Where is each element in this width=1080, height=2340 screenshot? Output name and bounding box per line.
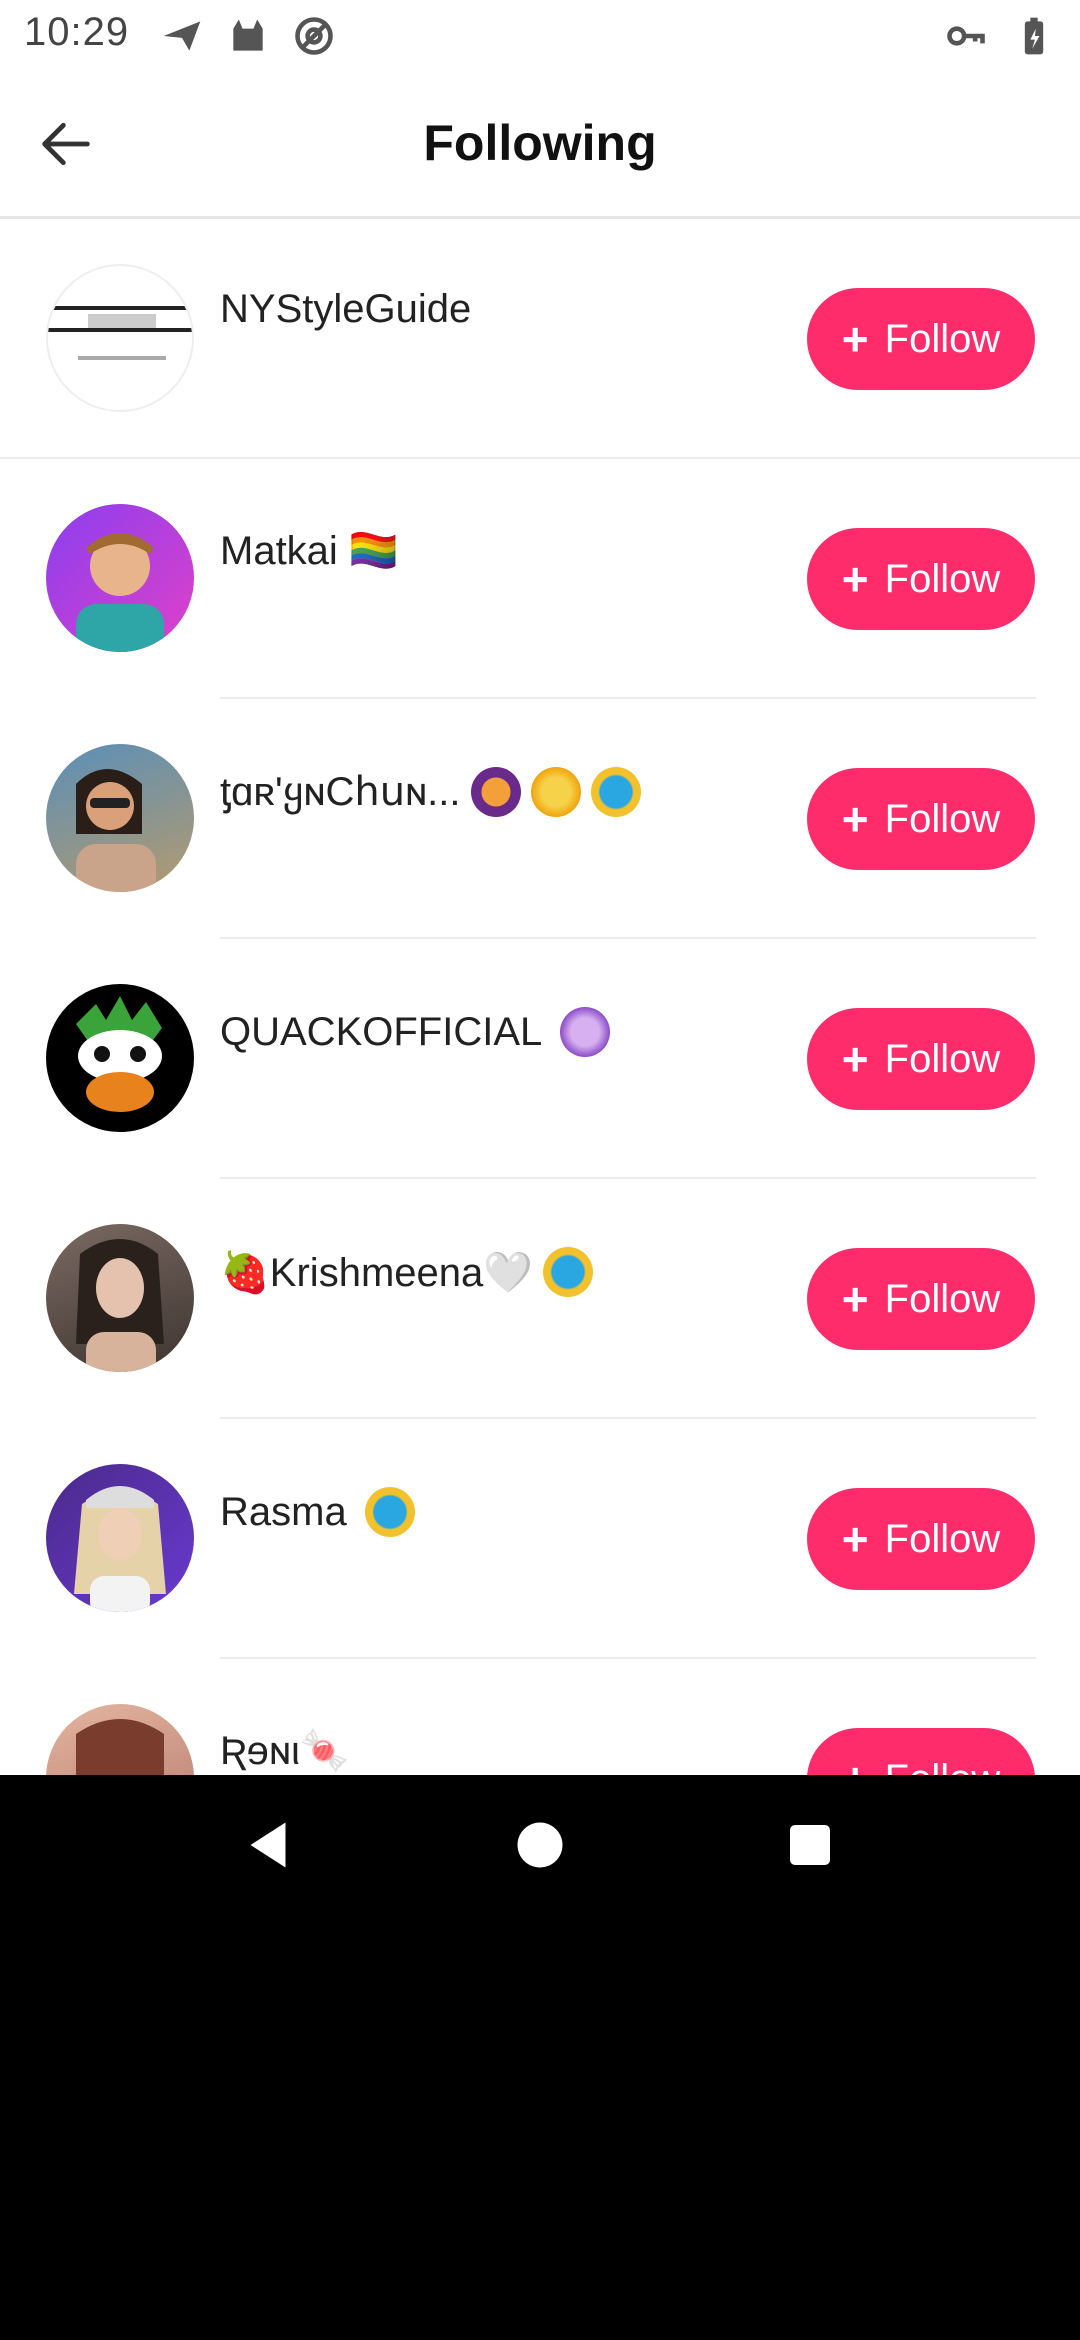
nav-recents-button[interactable] <box>770 1805 850 1885</box>
user-row[interactable]: ƫɑʀ'ყɴϹհսɴ... + Follow <box>0 699 1080 939</box>
send-icon <box>163 21 201 51</box>
user-row[interactable]: Rasma + Follow <box>0 1419 1080 1659</box>
user-row[interactable]: QUACKOFFICIAL + Follow <box>0 939 1080 1179</box>
following-screen: 10:29 Following NYStyleGuide + Follow Ma… <box>0 0 1080 1775</box>
crown-badge-icon <box>364 1487 415 1537</box>
follow-button[interactable]: + Follow <box>807 768 1035 870</box>
plus-icon: + <box>841 553 869 605</box>
key-icon <box>947 26 985 46</box>
avatar[interactable] <box>46 264 194 412</box>
user-row[interactable]: 🍓Krishmeena🤍 + Follow <box>0 1179 1080 1419</box>
user-row[interactable]: NYStyleGuide + Follow <box>0 219 1080 459</box>
user-row[interactable]: Ʀɘɴι🍬 + Follow <box>0 1659 1080 1775</box>
battery-icon <box>1024 17 1044 55</box>
username[interactable]: QUACKOFFICIAL <box>220 1007 611 1057</box>
follow-button[interactable]: + Follow <box>807 288 1035 390</box>
nav-home-button[interactable] <box>500 1805 580 1885</box>
plus-icon: + <box>841 1273 869 1325</box>
nav-back-button[interactable] <box>228 1805 308 1885</box>
username[interactable]: Matkai 🏳️‍🌈 <box>220 527 399 574</box>
username[interactable]: NYStyleGuide <box>220 287 471 332</box>
user-row[interactable]: Matkai 🏳️‍🌈 + Follow <box>0 459 1080 699</box>
follow-button[interactable]: + Follow <box>807 1488 1035 1590</box>
follow-button[interactable]: + Follow <box>807 1008 1035 1110</box>
avatar[interactable] <box>46 504 194 652</box>
follow-button[interactable]: + Follow <box>807 1248 1035 1350</box>
plus-icon: + <box>842 1756 869 1775</box>
follow-button[interactable]: + Follow <box>807 528 1035 630</box>
avatar[interactable] <box>46 984 194 1132</box>
plus-icon: + <box>841 1033 869 1085</box>
back-triangle-icon <box>250 1822 286 1868</box>
home-circle-icon <box>517 1822 563 1868</box>
username[interactable]: 🍓Krishmeena🤍 <box>220 1247 594 1297</box>
username[interactable]: Ʀɘɴι🍬 <box>220 1727 350 1774</box>
follow-button[interactable]: + Follow <box>807 1728 1035 1775</box>
page-title: Following <box>423 115 657 171</box>
avatar[interactable] <box>46 1704 194 1775</box>
app-header: Following <box>0 72 1080 219</box>
avatar[interactable] <box>46 1224 194 1372</box>
at-sign-icon <box>295 17 333 55</box>
skull-badge-icon <box>470 767 521 817</box>
status-time: 10:29 <box>24 10 130 54</box>
system-nav-bar <box>0 1775 1080 1917</box>
plus-icon: + <box>841 1513 869 1565</box>
gem-badge-icon <box>560 1007 611 1057</box>
recents-square-icon <box>790 1825 830 1865</box>
crown-badge-icon <box>543 1247 594 1297</box>
avatar[interactable] <box>46 744 194 892</box>
cat-icon <box>233 19 263 51</box>
crown-badge-icon <box>590 767 641 817</box>
avatar[interactable] <box>46 1464 194 1612</box>
medal-badge-icon <box>530 767 581 817</box>
following-list: NYStyleGuide + Follow Matkai 🏳️‍🌈 + <box>0 219 1080 1775</box>
username[interactable]: ƫɑʀ'ყɴϹհսɴ... <box>220 767 641 817</box>
plus-icon: + <box>841 313 869 365</box>
username[interactable]: Rasma <box>220 1487 415 1537</box>
status-bar: 10:29 <box>0 0 1080 72</box>
plus-icon: + <box>841 793 869 845</box>
